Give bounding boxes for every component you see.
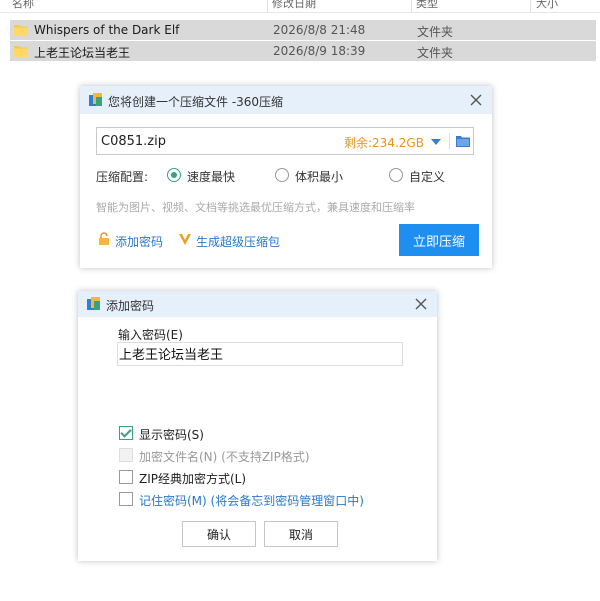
divider xyxy=(449,133,450,149)
vip-v-icon[interactable] xyxy=(178,232,192,246)
folder-icon xyxy=(14,25,28,36)
column-size[interactable]: 大小 xyxy=(536,0,558,11)
ok-button[interactable]: 确认 xyxy=(182,521,256,547)
option-custom-label[interactable]: 自定义 xyxy=(409,168,445,185)
file-name: 上老王论坛当老王 xyxy=(34,46,131,60)
password-dialog-title: 添加密码 xyxy=(106,299,155,313)
compress-dialog-titlebar[interactable]: 您将创建一个压缩文件 -360压缩 xyxy=(80,86,492,114)
option-smallest-label[interactable]: 体积最小 xyxy=(295,168,343,185)
add-password-dialog: 添加密码 输入密码(E) 显示密码(S) 加密文件名(N) (不支持ZIP格式)… xyxy=(78,291,437,561)
file-row[interactable]: 上老王论坛当老王 2026/8/9 18:39 文件夹 xyxy=(10,41,596,61)
column-type[interactable]: 类型 xyxy=(416,0,438,11)
remember-password-checkbox[interactable] xyxy=(119,492,133,506)
option-fastest-label[interactable]: 速度最快 xyxy=(187,168,235,185)
column-name[interactable]: 名称 xyxy=(12,0,34,11)
file-type: 文件夹 xyxy=(417,25,454,39)
column-divider[interactable] xyxy=(267,0,268,12)
column-header: 名称 修改日期 类型 大小 xyxy=(0,0,600,13)
super-package-link[interactable]: 生成超级压缩包 xyxy=(196,233,280,250)
browse-folder-icon[interactable] xyxy=(456,135,470,147)
compress-config-label: 压缩配置: xyxy=(96,170,149,184)
zip-classic-encryption-label[interactable]: ZIP经典加密方式(L) xyxy=(139,470,246,487)
password-input[interactable] xyxy=(117,342,403,366)
encrypt-filename-label: 加密文件名(N) (不支持ZIP格式) xyxy=(139,450,310,464)
show-password-label[interactable]: 显示密码(S) xyxy=(139,426,204,443)
password-dialog-titlebar[interactable]: 添加密码 xyxy=(78,291,437,317)
file-name: Whispers of the Dark Elf xyxy=(34,23,180,37)
archive-path-field[interactable]: C0851.zip 剩余:234.2GB xyxy=(96,127,474,155)
show-password-checkbox[interactable] xyxy=(119,426,133,440)
folder-icon xyxy=(14,46,28,57)
zip-classic-encryption-checkbox[interactable] xyxy=(119,470,133,484)
dropdown-arrow-icon[interactable] xyxy=(431,139,441,145)
compress-now-button[interactable]: 立即压缩 xyxy=(399,224,479,256)
file-type: 文件夹 xyxy=(417,46,454,60)
remember-password-label[interactable]: 记住密码(M) (将会备忘到密码管理窗口中) xyxy=(139,492,364,509)
compress-dialog-title: 您将创建一个压缩文件 -360压缩 xyxy=(108,95,284,109)
column-date[interactable]: 修改日期 xyxy=(272,0,316,11)
column-divider[interactable] xyxy=(530,0,531,12)
360-compress-icon xyxy=(87,297,100,310)
file-date: 2026/8/9 18:39 xyxy=(273,44,366,58)
lock-icon[interactable] xyxy=(97,232,111,246)
radio-smallest[interactable] xyxy=(275,168,289,182)
compress-dialog: 您将创建一个压缩文件 -360压缩 C0851.zip 剩余:234.2GB 压… xyxy=(80,86,492,268)
close-icon[interactable] xyxy=(468,92,484,108)
add-password-link[interactable]: 添加密码 xyxy=(115,233,163,250)
file-row[interactable]: Whispers of the Dark Elf 2026/8/8 21:48 … xyxy=(10,20,596,40)
cancel-button[interactable]: 取消 xyxy=(264,521,338,547)
password-input-label: 输入密码(E) xyxy=(118,328,183,342)
compress-hint: 智能为图片、视频、文档等挑选最优压缩方式，兼具速度和压缩率 xyxy=(96,201,415,214)
radio-fastest[interactable] xyxy=(167,168,181,182)
close-icon[interactable] xyxy=(413,296,429,312)
archive-filename[interactable]: C0851.zip xyxy=(101,134,166,149)
free-space-label: 剩余:234.2GB xyxy=(344,136,424,150)
file-date: 2026/8/8 21:48 xyxy=(273,23,366,37)
radio-custom[interactable] xyxy=(389,168,403,182)
encrypt-filename-checkbox[interactable] xyxy=(119,448,133,462)
360-compress-icon xyxy=(89,93,102,106)
column-divider[interactable] xyxy=(411,0,412,12)
